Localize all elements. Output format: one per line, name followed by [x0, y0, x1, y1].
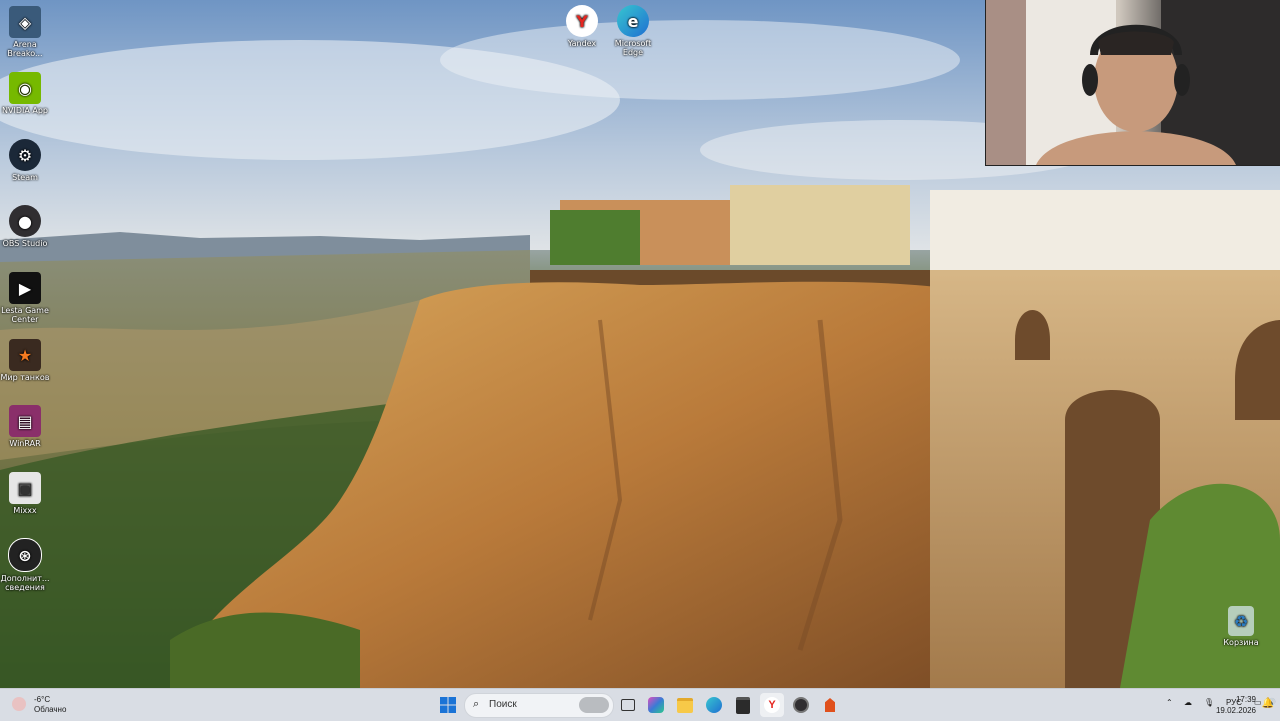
yandex-button[interactable]: Y	[760, 693, 784, 717]
yandex-browser-icon: Y	[566, 5, 598, 37]
weather-widget[interactable]: -6°C Облачно	[10, 693, 90, 717]
microphone-icon[interactable]: 🎙	[1204, 698, 1214, 707]
recycle-bin-icon: ♻	[1228, 606, 1254, 636]
nvidia-icon: ◉	[9, 72, 41, 104]
task-view-icon	[621, 699, 635, 711]
edge-icon	[706, 697, 722, 713]
arena-breakout-icon: ◈	[9, 6, 41, 38]
obs-icon: ●	[9, 205, 41, 237]
desktop-icon-recycle-bin[interactable]: ♻ Корзина	[1213, 606, 1269, 647]
lesta-icon: ▶	[9, 272, 41, 304]
webcam-feed	[986, 0, 1280, 165]
desktop-icon-mir-tankov[interactable]: ★ Мир танков	[0, 339, 53, 382]
mir-tankov-icon: ★	[9, 339, 41, 371]
desktop-icon-obs-studio[interactable]: ● OBS Studio	[0, 205, 53, 248]
copilot-icon	[648, 697, 664, 713]
desktop[interactable]: ◈ Arena Breako... ◉ NVIDIA App ⚙ Steam ●…	[0, 0, 1280, 688]
clock-date: 19.02.2026	[1215, 706, 1256, 715]
weather-icon	[12, 697, 26, 711]
winrar-icon: ▤	[9, 405, 41, 437]
obs-icon	[793, 697, 809, 713]
store-icon	[736, 696, 750, 714]
search-icon: ⌕	[473, 698, 480, 710]
widgets-button[interactable]	[644, 693, 668, 717]
desktop-icon-edge[interactable]: e Microsoft Edge	[605, 5, 661, 57]
notifications-icon[interactable]: 🔔	[1262, 698, 1274, 709]
yandex-browser-icon: Y	[764, 697, 780, 713]
desktop-icon-info[interactable]: ⊛ Дополнит... сведения	[0, 538, 53, 592]
search-highlight-icon	[579, 697, 609, 713]
desktop-icon-arena-breakout[interactable]: ◈ Arena Breako...	[0, 6, 53, 58]
edge-button[interactable]	[702, 693, 726, 717]
onedrive-icon[interactable]: ☁	[1184, 698, 1192, 707]
store-button[interactable]	[731, 693, 755, 717]
desktop-icon-lesta-game-center[interactable]: ▶ Lesta Game Center	[0, 272, 53, 324]
clock[interactable]: 17:39 19.02.2026	[1216, 694, 1256, 716]
start-button[interactable]	[436, 693, 460, 717]
clock-time: 17:39	[1235, 695, 1256, 704]
file-explorer-button[interactable]	[673, 693, 697, 717]
desktop-icon-steam[interactable]: ⚙ Steam	[0, 139, 53, 182]
steam-icon: ⚙	[9, 139, 41, 171]
obs-button[interactable]	[789, 693, 813, 717]
weather-temp: -6°C	[34, 695, 51, 704]
taskbar: -6°C Облачно ⌕ Поиск Y ⌃ ☁ 🎙 РУС ▭ 🔊 17:…	[0, 688, 1280, 721]
search-placeholder: Поиск	[489, 699, 517, 710]
search-box[interactable]: ⌕ Поиск	[464, 693, 614, 718]
folder-icon	[677, 697, 693, 713]
webcam-overlay	[985, 0, 1280, 166]
chevron-up-icon[interactable]: ⌃	[1166, 698, 1173, 707]
weather-condition: Облачно	[34, 705, 67, 714]
desktop-icon-yandex[interactable]: Y Yandex	[554, 5, 610, 48]
lesta-button[interactable]	[818, 693, 842, 717]
desktop-icon-winrar[interactable]: ▤ WinRAR	[0, 405, 53, 448]
desktop-icon-mixxx[interactable]: ▣ Mixxx	[0, 472, 53, 515]
info-icon: ⊛	[8, 538, 42, 572]
desktop-icon-nvidia-app[interactable]: ◉ NVIDIA App	[0, 72, 53, 115]
edge-icon: e	[617, 5, 649, 37]
mixxx-icon: ▣	[9, 472, 41, 504]
task-view-button[interactable]	[616, 693, 640, 717]
windows-logo-icon	[440, 697, 456, 713]
lesta-icon	[825, 698, 835, 712]
